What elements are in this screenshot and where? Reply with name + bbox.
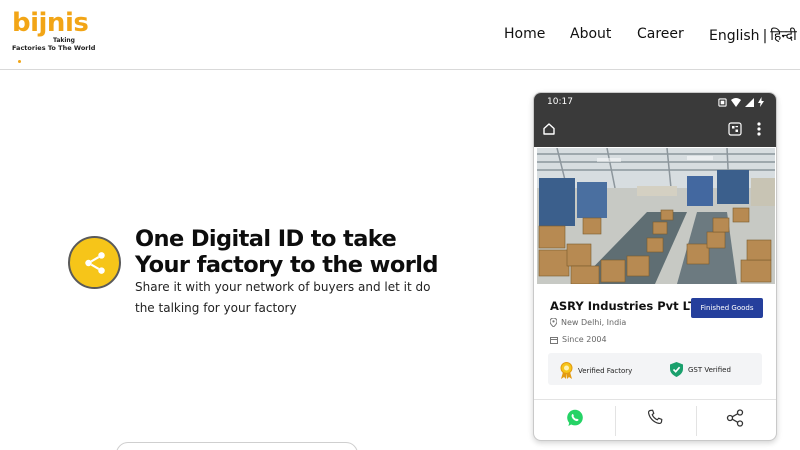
nav-career-link[interactable]: Career (637, 26, 684, 42)
location-row: New Delhi, India (550, 318, 626, 327)
since-row: Since 2004 (550, 335, 607, 344)
cta-input-box[interactable] (116, 442, 358, 450)
verified-factory-label: Verified Factory (578, 366, 633, 375)
logo-taking-text: Taking (53, 37, 75, 44)
lang-separator: | (762, 28, 768, 44)
gst-shield-icon (670, 362, 683, 377)
action-separator (615, 406, 616, 436)
calendar-icon (550, 336, 558, 344)
call-button[interactable] (647, 409, 663, 429)
status-icons (718, 97, 764, 107)
notification-icon (718, 97, 727, 107)
phone-divider (534, 399, 776, 400)
finished-goods-button[interactable]: Finished Goods (691, 298, 763, 318)
more-vertical-icon[interactable] (756, 121, 762, 137)
action-separator (696, 406, 697, 436)
nav-home-link[interactable]: Home (504, 26, 545, 42)
battery-icon (758, 97, 764, 107)
gst-verified-badge: GST Verified (670, 362, 731, 377)
logo-wordmark: bijnis (12, 8, 89, 38)
phone-status-bar: 10:17 (534, 93, 776, 113)
home-icon[interactable] (542, 122, 556, 136)
location-text: New Delhi, India (561, 318, 627, 327)
location-pin-icon (550, 318, 557, 327)
lang-hindi-link[interactable]: हिन्दी (770, 28, 796, 44)
phone-icon (647, 409, 663, 425)
verified-medal-icon (560, 362, 573, 379)
hero-title-line1: One Digital ID to take (135, 226, 397, 252)
wifi-icon (731, 97, 741, 107)
logo-dot (18, 60, 21, 63)
hero-subtitle-line2: the talking for your factory (135, 301, 297, 315)
lang-english-link[interactable]: English (709, 28, 760, 44)
verified-factory-badge: Verified Factory (560, 362, 632, 379)
verification-box: Verified Factory GST Verified (548, 353, 762, 385)
bijnis-logo[interactable]: bijnis Taking Factories To The World (10, 8, 95, 63)
hero-title-line2: Your factory to the world (135, 252, 438, 278)
since-text: Since 2004 (562, 335, 607, 344)
language-switcher: English | हिन्दी (709, 26, 797, 45)
nav-about-link[interactable]: About (570, 26, 611, 42)
factory-photo (537, 148, 775, 284)
share-badge (68, 236, 121, 289)
share-icon (726, 409, 744, 427)
qr-code-icon[interactable] (728, 122, 742, 136)
status-time: 10:17 (547, 97, 573, 107)
whatsapp-icon (567, 409, 583, 426)
share-icon (84, 251, 105, 274)
gst-verified-label: GST Verified (688, 365, 731, 374)
site-header: bijnis Taking Factories To The World Hom… (0, 0, 800, 70)
hero-title: One Digital ID to take Your factory to t… (135, 226, 465, 278)
phone-app-bar (534, 113, 776, 147)
hero-subtitle: Share it with your network of buyers and… (135, 277, 435, 319)
hero-subtitle-line1: Share it with your network of buyers and… (135, 280, 431, 294)
phone-mockup: 10:17 ASRY Industries Pvt LTD Finished G… (533, 92, 777, 441)
share-button[interactable] (726, 409, 744, 431)
signal-icon (745, 97, 754, 107)
logo-tagline: Factories To The World (12, 44, 96, 52)
whatsapp-button[interactable] (566, 409, 584, 431)
company-name: ASRY Industries Pvt LTD (550, 299, 706, 313)
